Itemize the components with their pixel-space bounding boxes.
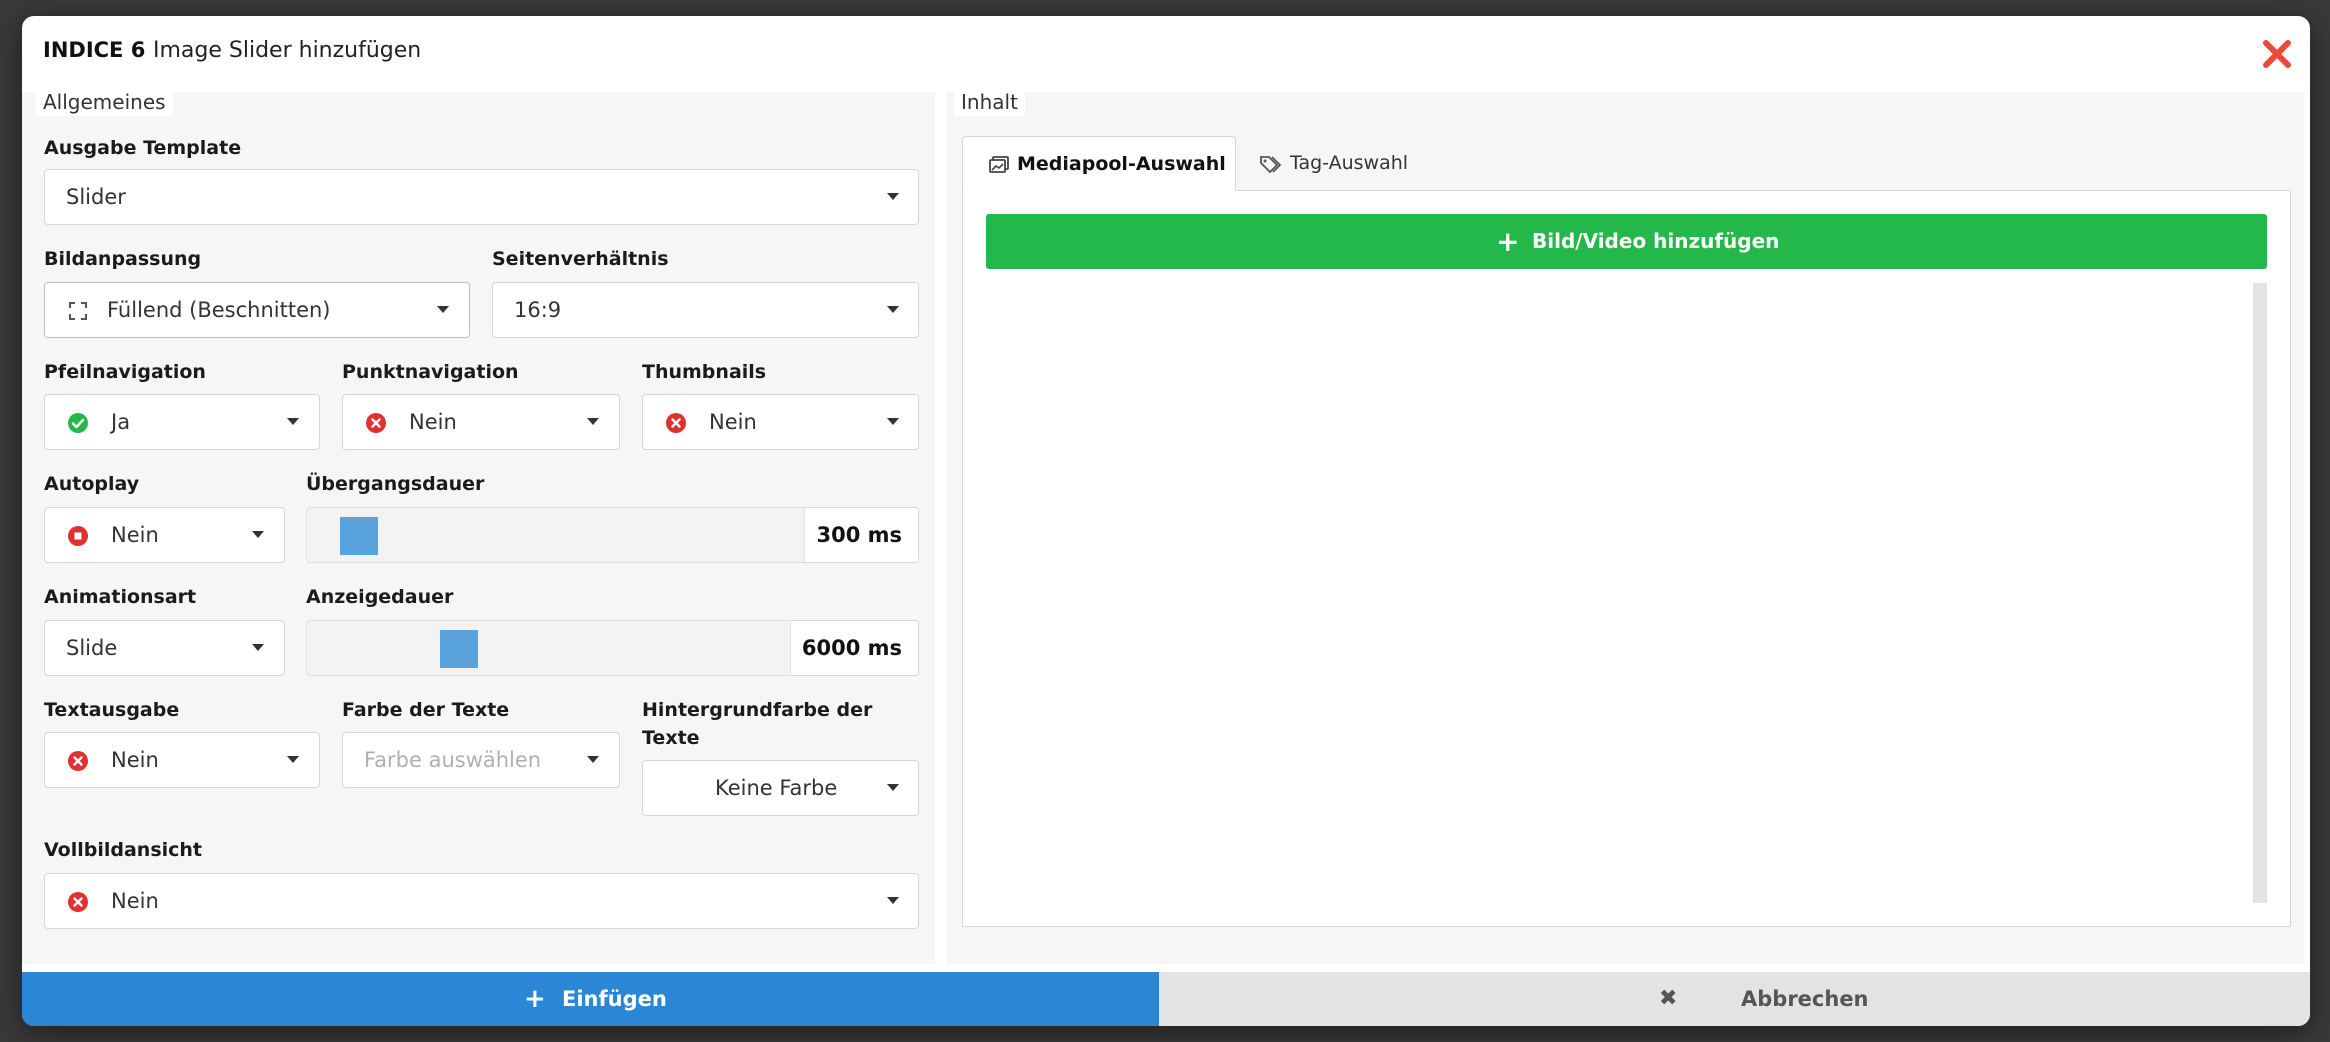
chevron-down-icon [887, 418, 899, 425]
x-circle-icon [68, 751, 88, 771]
close-icon[interactable] [2257, 34, 2297, 74]
text-output-label: Textausgabe [44, 699, 180, 721]
general-legend: Allgemeines [36, 88, 173, 116]
image-fit-label: Bildanpassung [44, 248, 202, 270]
insert-button[interactable]: + Einfügen [22, 972, 1159, 1026]
fullscreen-label: Vollbildansicht [44, 839, 203, 861]
tab-mediapool-label: Mediapool-Auswahl [1017, 153, 1226, 175]
chevron-down-icon [287, 756, 299, 763]
text-bg-color-select[interactable]: Keine Farbe [642, 760, 919, 816]
transition-value: 300 ms [805, 507, 919, 563]
tab-tags-label: Tag-Auswahl [1290, 152, 1409, 174]
thumbnails-select[interactable]: Nein [642, 394, 919, 450]
chevron-down-icon [287, 418, 299, 425]
dot-nav-value: Nein [409, 410, 457, 434]
dot-nav-label: Punktnavigation [342, 361, 519, 383]
text-bg-color-value: Keine Farbe [715, 776, 838, 800]
close-icon: ✖ [1659, 986, 1678, 1011]
chevron-down-icon [887, 193, 899, 200]
output-template-value: Slider [66, 185, 126, 209]
transition-slider[interactable] [306, 507, 805, 563]
modal-title: Image Slider hinzufügen [153, 38, 422, 63]
dot-nav-select[interactable]: Nein [342, 394, 620, 450]
display-duration-value: 6000 ms [791, 620, 919, 676]
animation-value: Slide [66, 636, 118, 660]
chevron-down-icon [587, 418, 599, 425]
chevron-down-icon [887, 784, 899, 791]
tab-mediapool[interactable]: Mediapool-Auswahl [962, 136, 1236, 191]
fullscreen-value: Nein [111, 889, 159, 913]
transition-label: Übergangsdauer [306, 473, 485, 495]
insert-label: Einfügen [562, 987, 667, 1011]
tab-content-area [962, 190, 2291, 927]
x-circle-icon [68, 892, 88, 912]
output-template-select[interactable]: Slider [44, 169, 919, 225]
cancel-label: Abbrechen [1741, 987, 1869, 1011]
plus-icon: + [1496, 225, 1520, 258]
autoplay-select[interactable]: Nein [44, 507, 285, 563]
chevron-down-icon [887, 897, 899, 904]
text-output-select[interactable]: Nein [44, 732, 320, 788]
autoplay-value: Nein [111, 523, 159, 547]
add-media-button[interactable]: + Bild/Video hinzufügen [986, 214, 2267, 269]
aspect-ratio-select[interactable]: 16:9 [492, 282, 919, 338]
text-bg-color-label: Hintergrundfarbe der Texte [642, 699, 873, 749]
x-circle-icon [366, 413, 386, 433]
arrow-nav-label: Pfeilnavigation [44, 361, 206, 383]
x-circle-icon [666, 413, 686, 433]
display-duration-label: Anzeigedauer [306, 586, 454, 608]
image-fit-select[interactable]: Füllend (Beschnitten) [44, 282, 470, 338]
modal-code: INDICE 6 [43, 38, 146, 62]
thumbnails-label: Thumbnails [642, 361, 767, 383]
arrow-nav-select[interactable]: Ja [44, 394, 320, 450]
text-color-select[interactable]: Farbe auswählen [342, 732, 620, 788]
tags-icon [1260, 156, 1282, 173]
display-duration-slider[interactable] [306, 620, 791, 676]
text-output-value: Nein [111, 748, 159, 772]
animation-select[interactable]: Slide [44, 620, 285, 676]
chevron-down-icon [587, 756, 599, 763]
animation-label: Animationsart [44, 586, 197, 608]
chevron-down-icon [437, 306, 449, 313]
check-circle-icon [68, 413, 88, 433]
aspect-ratio-label: Seitenverhältnis [492, 248, 669, 270]
cancel-button[interactable]: ✖ Abbrechen [1159, 972, 2310, 1026]
display-duration-slider-handle[interactable] [440, 630, 478, 668]
stop-circle-icon [68, 526, 88, 546]
image-fit-value: Füllend (Beschnitten) [107, 298, 331, 322]
output-template-label: Ausgabe Template [44, 137, 242, 159]
modal-header: INDICE 6 Image Slider hinzufügen [22, 16, 2310, 94]
chevron-down-icon [887, 306, 899, 313]
content-legend: Inhalt [954, 88, 1025, 116]
add-media-label: Bild/Video hinzufügen [1532, 229, 1780, 253]
autoplay-label: Autoplay [44, 473, 140, 495]
media-list-scrollbar[interactable] [2253, 283, 2267, 903]
chevron-down-icon [252, 644, 264, 651]
images-icon [989, 156, 1009, 173]
text-color-placeholder: Farbe auswählen [364, 748, 542, 772]
arrow-nav-value: Ja [111, 410, 131, 434]
aspect-ratio-value: 16:9 [514, 298, 562, 322]
plus-icon: + [524, 984, 546, 1014]
fullscreen-select[interactable]: Nein [44, 873, 919, 929]
transition-slider-handle[interactable] [340, 517, 378, 555]
expand-icon [69, 302, 87, 320]
thumbnails-value: Nein [709, 410, 757, 434]
chevron-down-icon [252, 531, 264, 538]
tab-tags[interactable]: Tag-Auswahl [1248, 136, 1448, 191]
text-color-label: Farbe der Texte [342, 699, 510, 721]
